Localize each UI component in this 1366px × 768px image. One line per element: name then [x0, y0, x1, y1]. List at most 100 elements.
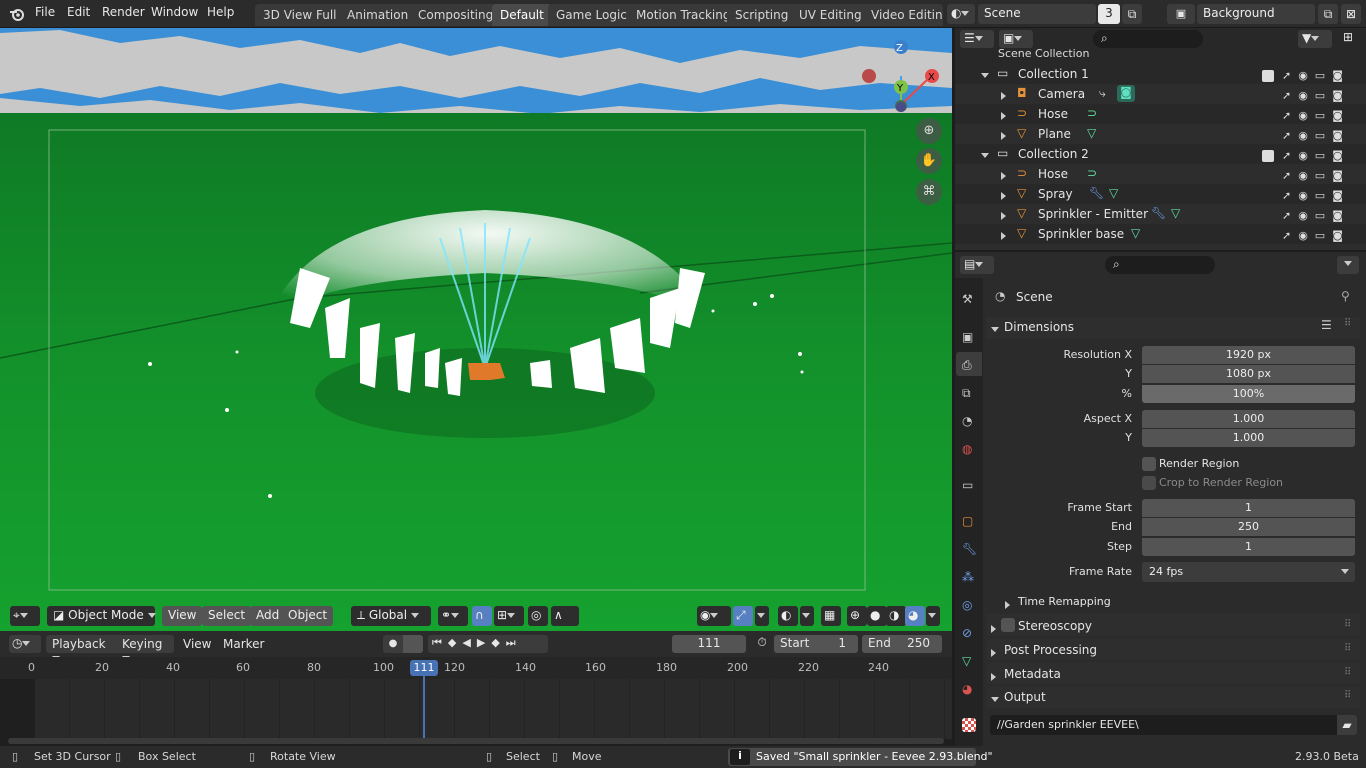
modifier-wrench-icon[interactable]: 🔧︎	[1089, 186, 1104, 200]
timeline-editor-type-button[interactable]: ◷	[9, 635, 41, 653]
exclude-checkbox[interactable]	[1262, 150, 1274, 162]
playback-controls[interactable]: ⏮◆◀▶◆⏭	[428, 635, 548, 653]
overlay-toggle-icon[interactable]: ◐	[778, 606, 798, 626]
expand-arrow-icon[interactable]	[1005, 597, 1010, 611]
timeline-scrollbar[interactable]	[8, 738, 944, 744]
frame-start-field[interactable]: 1	[1142, 499, 1355, 517]
timeline-view-menu[interactable]: View	[183, 637, 211, 651]
material-tab-icon[interactable]: ◕	[962, 682, 976, 696]
restriction-row[interactable]: ➚ ◉ ▭ ◙	[1282, 206, 1362, 226]
tab-compositing[interactable]: Compositing	[410, 4, 502, 26]
tool-tab-icon[interactable]: ⚒	[962, 292, 976, 306]
gizmo-toggle-icon[interactable]: ⤢	[733, 606, 753, 626]
resolution-x-field[interactable]: 1920 px	[1142, 346, 1355, 364]
filter-button[interactable]: ▼	[1298, 30, 1332, 48]
render-region-checkbox[interactable]	[1142, 457, 1156, 471]
mesh-data-icon[interactable]: ▽	[1131, 226, 1140, 240]
shading-material-icon[interactable]: ◑	[886, 606, 906, 626]
expand-arrow-icon[interactable]	[1001, 168, 1006, 182]
drag-handle-icon[interactable]: ⠿	[1344, 643, 1351, 654]
drag-handle-icon[interactable]: ⠿	[1344, 619, 1351, 630]
menu-edit[interactable]: Edit	[67, 5, 90, 19]
auto-key-dropdown[interactable]	[403, 635, 423, 653]
tab-uv-editing[interactable]: UV Editing	[791, 4, 870, 26]
restriction-row[interactable]: ➚ ◉ ▭ ◙	[1282, 186, 1362, 206]
playhead-line[interactable]	[423, 676, 425, 744]
tab-video-editing[interactable]: Video Editing	[863, 4, 943, 26]
stopwatch-icon[interactable]: ⏱	[752, 635, 772, 653]
resolution-y-field[interactable]: 1080 px	[1142, 365, 1355, 383]
orientation-dropdown[interactable]: ⟂ Global	[351, 606, 431, 626]
expand-arrow-icon[interactable]	[981, 68, 989, 82]
camera-view-icon[interactable]: ⌘	[916, 179, 942, 205]
properties-options-dropdown[interactable]	[1337, 256, 1359, 274]
drag-handle-icon[interactable]: ⠿	[1344, 318, 1351, 329]
new-scene-icon[interactable]: ⧉	[1122, 4, 1142, 24]
snap-target-dropdown[interactable]: ⊞	[494, 606, 524, 626]
mesh-data-icon[interactable]: ▽	[1109, 186, 1118, 200]
restriction-row[interactable]: ➚ ◉ ▭ ◙	[1282, 106, 1362, 126]
keying-menu[interactable]: Keying	[116, 635, 174, 661]
modifier-tab-icon[interactable]: 🔧︎	[962, 542, 977, 556]
exclude-checkbox[interactable]	[1262, 70, 1274, 82]
prev-key-icon[interactable]: ◆	[448, 636, 462, 649]
record-icon[interactable]: ●	[383, 635, 403, 653]
shading-dropdown[interactable]	[926, 606, 940, 626]
pan-hand-icon[interactable]: ✋	[916, 148, 942, 174]
stereoscopy-checkbox[interactable]	[1001, 618, 1015, 632]
snap-toggle-icon[interactable]: ∩	[472, 606, 492, 626]
add-menu[interactable]: Add	[250, 606, 286, 626]
view-layer-icon[interactable]: ▣	[1167, 4, 1195, 24]
zoom-icon[interactable]: ⊕	[916, 118, 942, 144]
world-tab-icon[interactable]: ◍	[962, 442, 976, 456]
jump-end-icon[interactable]: ⏭	[506, 636, 522, 649]
scene-name-field[interactable]: Scene	[978, 4, 1096, 24]
tab-game-logic[interactable]: Game Logic	[548, 4, 635, 26]
falloff-icon[interactable]: ∧	[551, 606, 579, 626]
timeline-marker-menu[interactable]: Marker	[223, 637, 264, 651]
current-frame-field[interactable]: 111	[672, 635, 746, 653]
folder-icon[interactable]: ▰	[1337, 715, 1357, 735]
properties-editor-type-button[interactable]: ▤	[960, 256, 994, 274]
3d-viewport[interactable]: Z X Y	[0, 28, 952, 631]
aspect-x-field[interactable]: 1.000	[1142, 410, 1355, 428]
shading-solid-icon[interactable]: ●	[867, 606, 887, 626]
play-reverse-icon[interactable]: ◀	[462, 636, 476, 649]
modifier-wrench-icon[interactable]: 🔧︎	[1151, 206, 1166, 220]
texture-tab-icon[interactable]	[962, 718, 976, 732]
proportional-edit-icon[interactable]: ◎	[528, 606, 548, 626]
outliner-editor-type-button[interactable]: ☰	[960, 30, 994, 48]
constraints-tab-icon[interactable]: ⊘	[962, 626, 976, 640]
mesh-data-icon[interactable]: ▽	[1171, 206, 1180, 220]
restriction-row[interactable]: ➚ ◉ ▭ ◙	[1282, 146, 1362, 166]
scene-users-count[interactable]: 3	[1098, 4, 1120, 24]
curve-data-icon[interactable]: ⊃	[1087, 166, 1097, 180]
end-frame-field[interactable]: End 250	[862, 635, 942, 653]
expand-arrow-icon[interactable]	[1001, 88, 1006, 102]
gizmo-dropdown[interactable]	[755, 606, 769, 626]
output-path-input[interactable]: //Garden sprinkler EEVEE\	[990, 715, 1337, 735]
data-tab-icon[interactable]: ▽	[962, 654, 976, 668]
frame-rate-dropdown[interactable]: 24 fps	[1142, 562, 1355, 582]
presets-list-icon[interactable]: ☰	[1321, 318, 1332, 332]
tab-animation[interactable]: Animation	[339, 4, 417, 26]
new-collection-icon[interactable]: ⊞	[1338, 30, 1358, 48]
view-layer-tab-icon[interactable]: ⧉	[962, 386, 976, 400]
start-frame-field[interactable]: Start 1	[774, 635, 858, 653]
view-layer-field[interactable]: Background	[1197, 4, 1315, 24]
camera-data-icon[interactable]: ◙	[1117, 85, 1135, 102]
properties-search-input[interactable]: ⌕	[1105, 256, 1215, 274]
frame-step-field[interactable]: 1	[1142, 538, 1355, 556]
remove-view-layer-icon[interactable]: ⊠	[1341, 4, 1361, 24]
expand-arrow-icon[interactable]	[1001, 128, 1006, 142]
resolution-percent-field[interactable]: 100%	[1142, 385, 1355, 403]
play-icon[interactable]: ▶	[477, 636, 491, 649]
restriction-row[interactable]: ➚ ◉ ▭ ◙	[1282, 86, 1362, 106]
next-key-icon[interactable]: ◆	[491, 636, 505, 649]
editor-type-button[interactable]: ⌖	[10, 606, 40, 626]
xray-toggle-icon[interactable]: ▦	[821, 606, 841, 626]
scene-tab-icon[interactable]: ◔	[962, 414, 976, 428]
playhead-frame-badge[interactable]: 111	[410, 660, 438, 676]
shading-rendered-icon[interactable]: ◕	[905, 606, 925, 626]
expand-arrow-icon[interactable]	[1001, 108, 1006, 122]
